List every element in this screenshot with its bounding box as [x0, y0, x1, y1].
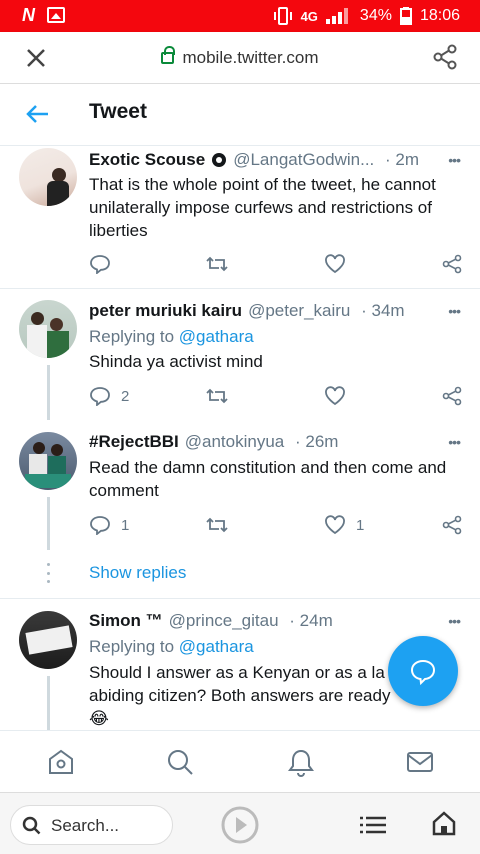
share-icon: [442, 515, 462, 535]
bottom-nav: [0, 730, 480, 792]
tweet-text: Shinda ya activist mind: [89, 352, 263, 371]
heart-icon: [325, 386, 345, 406]
avatar[interactable]: [19, 300, 77, 358]
search-placeholder: Search...: [51, 816, 120, 835]
show-replies-link[interactable]: Show replies: [89, 563, 186, 583]
avatar[interactable]: [19, 148, 77, 206]
back-arrow-icon[interactable]: [26, 104, 50, 124]
compose-reply-button[interactable]: [388, 636, 458, 706]
menu-list-icon[interactable]: [360, 815, 386, 835]
tweet[interactable]: #RejectBBI @antokinyua · 26m ••• Read th…: [0, 420, 480, 550]
author-name[interactable]: Exotic Scouse: [89, 150, 205, 170]
url-display[interactable]: mobile.twitter.com: [0, 46, 480, 68]
author-handle[interactable]: @peter_kairu: [248, 301, 350, 321]
author-name[interactable]: Simon ™: [89, 611, 163, 631]
signal-icon: [325, 8, 348, 24]
thread-line: [47, 365, 50, 425]
url-text: mobile.twitter.com: [182, 48, 319, 67]
tweet-text: Read the damn constitution and then come…: [89, 458, 447, 500]
play-icon[interactable]: [221, 806, 259, 844]
search-icon[interactable]: [165, 747, 195, 777]
reply-button[interactable]: [89, 254, 121, 274]
chat-bubble-icon: [410, 659, 436, 686]
reply-button[interactable]: 2: [89, 386, 129, 406]
notifications-icon[interactable]: [286, 747, 316, 777]
clock: 18:06: [419, 7, 460, 24]
page-title: Tweet: [89, 100, 147, 123]
mention-link[interactable]: @gathara: [179, 637, 254, 656]
author-handle[interactable]: @prince_gitau: [169, 611, 279, 631]
share-tweet-button[interactable]: [442, 386, 462, 406]
reply-count: 2: [121, 387, 130, 405]
tweet-time[interactable]: 26m: [305, 432, 338, 452]
gallery-icon: [47, 7, 65, 23]
emoji: 😂: [89, 709, 109, 728]
like-button[interactable]: [324, 254, 346, 274]
avatar[interactable]: [19, 432, 77, 490]
search-icon: [22, 816, 41, 835]
author-name[interactable]: peter muriuki kairu: [89, 301, 242, 321]
share-tweet-button[interactable]: [442, 254, 462, 274]
lock-icon: [161, 46, 176, 64]
more-options-icon[interactable]: •••: [448, 303, 461, 319]
battery-icon: [399, 7, 412, 25]
thread-line: [47, 497, 50, 550]
url-bar: mobile.twitter.com: [0, 32, 480, 84]
page-header: Tweet: [0, 84, 480, 146]
reply-icon: [90, 387, 110, 406]
reply-icon: [90, 516, 110, 535]
more-thread-icon: [45, 563, 51, 583]
tweet[interactable]: peter muriuki kairu @peter_kairu · 34m •…: [0, 289, 480, 425]
vibrate-icon: [273, 7, 292, 25]
replying-to: Replying to @gathara: [89, 637, 254, 656]
like-button[interactable]: 1: [324, 515, 364, 535]
reply-count: 1: [121, 516, 130, 534]
retweet-icon: [206, 256, 228, 272]
home-icon[interactable]: [46, 747, 76, 777]
replying-to: Replying to @gathara: [89, 327, 254, 346]
author-handle[interactable]: @LangatGodwin...: [233, 150, 374, 170]
retweet-button[interactable]: [205, 254, 229, 274]
more-options-icon[interactable]: •••: [448, 613, 461, 629]
tweet-text: That is the whole point of the tweet, he…: [89, 175, 436, 240]
messages-icon[interactable]: [405, 747, 435, 777]
like-count: 1: [356, 516, 365, 534]
mention-link[interactable]: @gathara: [179, 327, 254, 346]
more-options-icon[interactable]: •••: [448, 152, 461, 168]
share-icon: [442, 386, 462, 406]
browser-toolbar: Search...: [0, 792, 480, 854]
share-icon: [442, 254, 462, 274]
avatar[interactable]: [19, 611, 77, 669]
badge-icon: [212, 153, 227, 167]
heart-icon: [325, 254, 345, 274]
tweet-time[interactable]: 24m: [300, 611, 333, 631]
retweet-icon: [206, 388, 228, 404]
battery-percent: 34%: [359, 7, 392, 24]
tweet-time[interactable]: 34m: [371, 301, 404, 321]
more-options-icon[interactable]: •••: [448, 434, 461, 450]
author-name[interactable]: #RejectBBI: [89, 432, 179, 452]
heart-icon: [325, 515, 345, 535]
network-type: 4G: [300, 8, 318, 24]
browser-search-input[interactable]: Search...: [10, 805, 173, 845]
share-tweet-button[interactable]: [442, 515, 462, 535]
reply-button[interactable]: 1: [89, 515, 129, 535]
retweet-button[interactable]: [205, 386, 229, 406]
like-button[interactable]: [324, 386, 346, 406]
retweet-icon: [206, 517, 228, 533]
app-logo-icon: N: [22, 5, 35, 25]
reply-icon: [90, 255, 110, 274]
status-bar: N 4G 34% 18:06: [0, 0, 480, 32]
browser-home-icon[interactable]: [431, 810, 457, 836]
tweet-time[interactable]: 2m: [395, 150, 419, 170]
share-icon[interactable]: [432, 44, 458, 70]
thread-line: [47, 676, 50, 730]
retweet-button[interactable]: [205, 515, 229, 535]
author-handle[interactable]: @antokinyua: [185, 432, 285, 452]
tweet[interactable]: Exotic Scouse @LangatGodwin... · 2m ••• …: [0, 146, 480, 288]
